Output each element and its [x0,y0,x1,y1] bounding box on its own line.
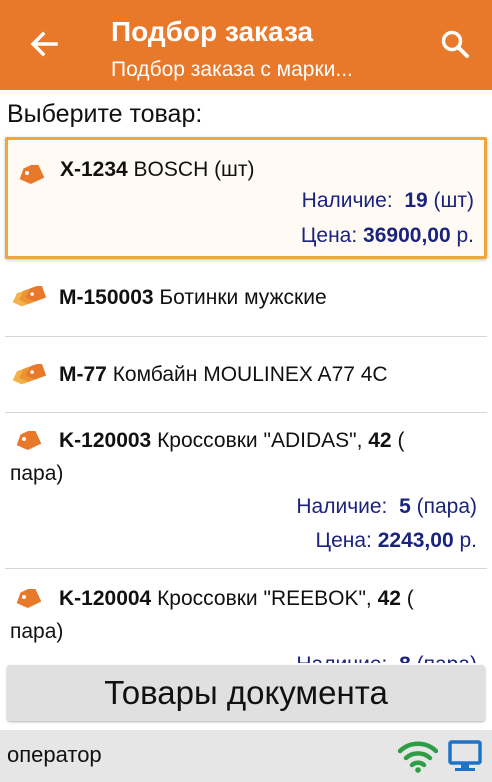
product-list[interactable]: X-1234 BOSCH (шт) Наличие: 19 (шт) Цена:… [0,133,492,663]
item-stock: Наличие: 19 (шт) [301,189,474,212]
item-name-continued: пара) [10,462,64,485]
price-tags-icon [12,364,47,385]
page-subtitle: Подбор заказа с марки... [111,58,353,81]
app-bar: Подбор заказа Подбор заказа с марки... [0,0,492,90]
back-arrow-icon[interactable] [22,22,66,66]
operator-label: оператор [7,742,102,767]
item-stock: Наличие: 5 (пара) [296,495,477,518]
document-goods-button[interactable]: Товары документа [7,665,485,721]
item-name: X-1234 BOSCH (шт) [60,158,255,181]
item-name: K-120003 Кроссовки "ADIDAS", 42 ( [59,429,405,452]
item-name-continued: пара) [10,620,64,643]
page-title: Подбор заказа [111,16,314,47]
list-item[interactable]: M-77 Комбайн MOULINEX A77 4C [5,337,487,413]
price-tag-icon [16,589,41,608]
wifi-icon [398,741,438,773]
status-bar: оператор [0,730,492,782]
item-name: M-150003 Ботинки мужские [59,286,327,309]
search-icon[interactable] [436,26,476,66]
list-item[interactable]: K-120003 Кроссовки "ADIDAS", 42 ( пара) … [5,413,487,569]
list-item[interactable]: K-120004 Кроссовки "REEBOK", 42 ( пара) … [5,569,487,663]
item-name: M-77 Комбайн MOULINEX A77 4C [59,363,388,386]
price-tag-icon [19,165,44,184]
item-price: Цена: 36900,00 р. [300,224,474,247]
item-price: Цена: 2243,00 р. [315,529,477,552]
price-tag-icon [16,431,41,450]
list-item[interactable]: X-1234 BOSCH (шт) Наличие: 19 (шт) Цена:… [5,137,487,259]
monitor-icon [448,740,482,771]
list-item[interactable]: M-150003 Ботинки мужские [5,261,487,337]
item-name: K-120004 Кроссовки "REEBOK", 42 ( [59,587,414,610]
select-product-prompt: Выберите товар: [7,100,203,128]
price-tags-icon [12,286,47,307]
item-stock: Наличие: 8 (пара) [296,653,477,663]
